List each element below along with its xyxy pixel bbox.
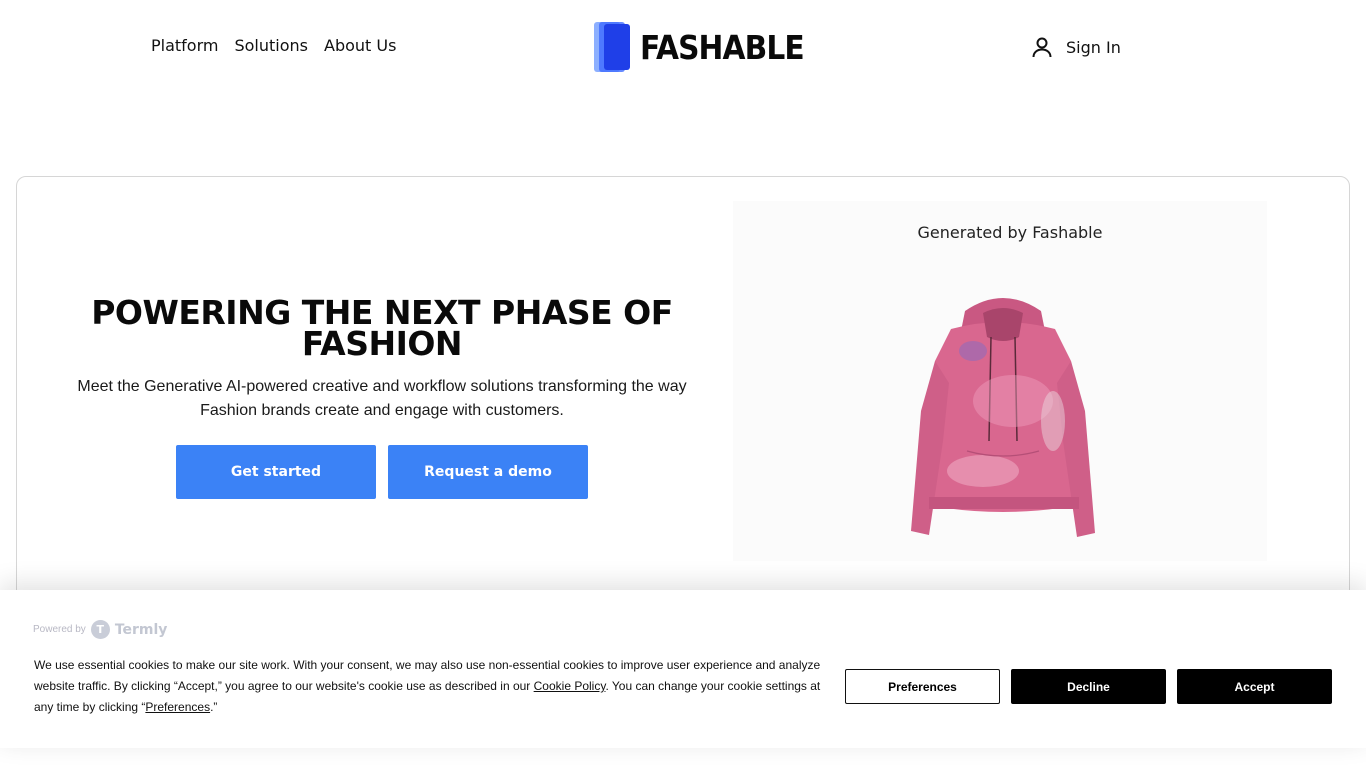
cookie-consent-banner: Powered by T Termly We use essential coo…: [0, 590, 1366, 748]
generated-by-caption: Generated by Fashable: [917, 223, 1103, 242]
preferences-link[interactable]: Preferences: [145, 700, 210, 714]
sign-in-link[interactable]: Sign In: [1030, 35, 1121, 59]
preferences-button[interactable]: Preferences: [845, 669, 1000, 704]
fashable-logo-icon: [594, 22, 632, 72]
request-demo-button[interactable]: Request a demo: [388, 445, 588, 499]
decline-button[interactable]: Decline: [1011, 669, 1166, 704]
main-nav: Platform Solutions About Us: [151, 36, 396, 55]
logo-wordmark: FASHABLE: [640, 27, 805, 67]
termly-logo-icon: T: [90, 620, 110, 639]
nav-platform[interactable]: Platform: [151, 36, 218, 55]
generated-image-panel: Generated by Fashable: [733, 201, 1267, 561]
user-icon: [1032, 37, 1052, 58]
brand-logo[interactable]: FASHABLE: [594, 22, 822, 72]
nav-about-us[interactable]: About Us: [324, 36, 396, 55]
powered-by-label: Powered by: [33, 624, 86, 635]
hero-title: POWERING THE NEXT PHASE OF FASHION: [91, 293, 673, 363]
sign-in-label: Sign In: [1066, 37, 1121, 57]
hoodie-image: [911, 298, 1095, 537]
powered-by-termly[interactable]: Powered by T Termly: [33, 620, 167, 639]
hero-content: POWERING THE NEXT PHASE OF FASHION Meet …: [77, 293, 687, 499]
hero-buttons: Get started Request a demo: [77, 445, 687, 499]
cookie-notice-text: We use essential cookies to make our sit…: [34, 655, 824, 718]
site-header: Platform Solutions About Us FASHABLE Sig…: [0, 0, 1366, 96]
accept-button[interactable]: Accept: [1177, 669, 1332, 704]
nav-solutions[interactable]: Solutions: [234, 36, 308, 55]
hero-card: POWERING THE NEXT PHASE OF FASHION Meet …: [16, 176, 1350, 636]
hero-subtitle: Meet the Generative AI-powered creative …: [77, 378, 687, 419]
termly-brand: Termly: [114, 621, 168, 638]
get-started-button[interactable]: Get started: [176, 445, 376, 499]
cookie-policy-link[interactable]: Cookie Policy: [534, 679, 606, 693]
cookie-text-part3: .”: [210, 700, 218, 714]
